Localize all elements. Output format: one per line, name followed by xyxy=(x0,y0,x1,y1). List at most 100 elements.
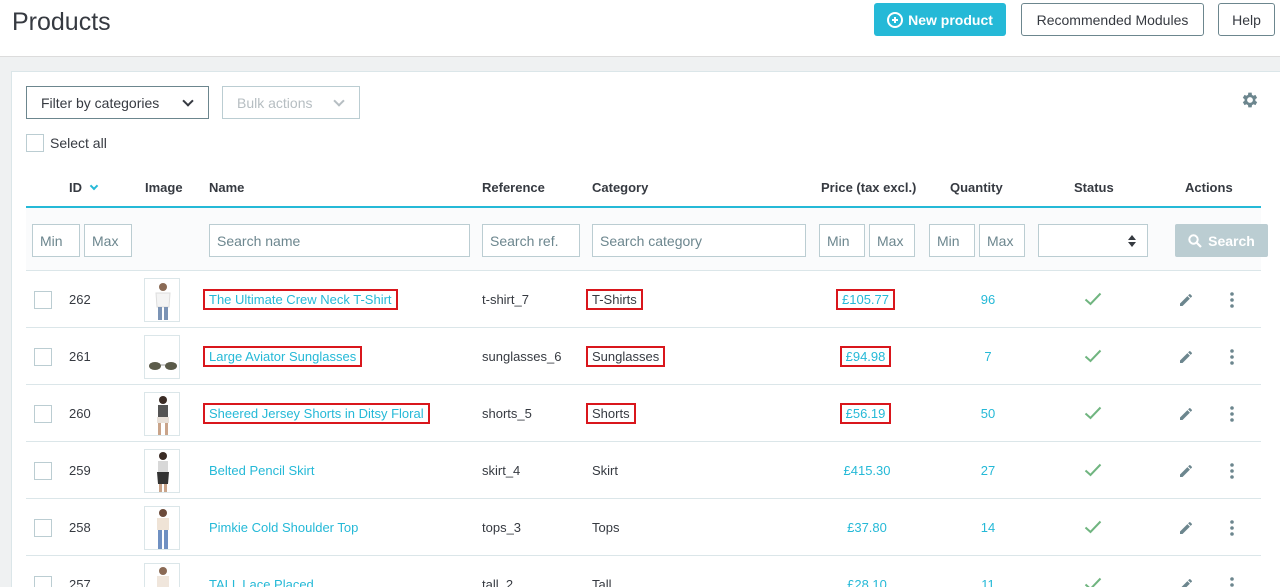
product-thumbnail[interactable] xyxy=(144,335,180,379)
table-row: 258 Pimkie Cold Shoulder Top tops_3 Tops £37… xyxy=(26,499,1261,556)
product-name-link[interactable]: The Ultimate Crew Neck T-Shirt xyxy=(203,289,398,310)
product-thumbnail[interactable] xyxy=(144,506,180,550)
product-name-link[interactable]: Pimkie Cold Shoulder Top xyxy=(209,520,358,535)
select-all[interactable]: Select all xyxy=(26,134,107,152)
column-header-actions: Actions xyxy=(1185,180,1233,195)
column-header-category[interactable]: Category xyxy=(592,180,648,195)
product-price[interactable]: £56.19 xyxy=(812,403,922,424)
row-checkbox[interactable] xyxy=(34,291,52,309)
filter-categories-dropdown[interactable]: Filter by categories xyxy=(26,86,209,119)
id-max-input[interactable] xyxy=(84,224,132,257)
column-header-id[interactable]: ID xyxy=(69,180,99,195)
product-price[interactable]: £94.98 xyxy=(812,346,922,367)
product-id: 262 xyxy=(69,292,91,307)
search-icon xyxy=(1188,233,1202,248)
more-actions-icon[interactable] xyxy=(1229,405,1235,423)
table-row: 257 TALL Lace Placed tall_2 Tall £28.10 11 xyxy=(26,556,1261,587)
product-name-link[interactable]: Belted Pencil Skirt xyxy=(209,463,315,478)
product-thumbnail[interactable] xyxy=(144,449,180,493)
edit-pencil-icon[interactable] xyxy=(1178,463,1194,479)
new-product-button[interactable]: New product xyxy=(874,3,1006,36)
product-quantity[interactable]: 7 xyxy=(958,349,1018,364)
row-checkbox[interactable] xyxy=(34,576,52,587)
product-quantity[interactable]: 27 xyxy=(958,463,1018,478)
product-quantity[interactable]: 14 xyxy=(958,520,1018,535)
product-id: 261 xyxy=(69,349,91,364)
page-header: Products New product Recommended Modules… xyxy=(0,0,1280,57)
row-checkbox[interactable] xyxy=(34,348,52,366)
edit-pencil-icon[interactable] xyxy=(1178,406,1194,422)
column-header-quantity[interactable]: Quantity xyxy=(950,180,1003,195)
search-category-input[interactable] xyxy=(592,224,806,257)
quantity-min-input[interactable] xyxy=(929,224,975,257)
product-id: 258 xyxy=(69,520,91,535)
quantity-max-input[interactable] xyxy=(979,224,1025,257)
search-name-input[interactable] xyxy=(209,224,470,257)
row-checkbox[interactable] xyxy=(34,462,52,480)
price-min-input[interactable] xyxy=(819,224,865,257)
column-header-price[interactable]: Price (tax excl.) xyxy=(821,180,916,195)
product-price[interactable]: £415.30 xyxy=(812,463,922,478)
product-name-link[interactable]: TALL Lace Placed xyxy=(209,577,314,587)
gear-icon[interactable] xyxy=(1240,90,1260,110)
product-price[interactable]: £28.10 xyxy=(812,577,922,587)
edit-pencil-icon[interactable] xyxy=(1178,577,1194,587)
status-select[interactable] xyxy=(1038,224,1148,257)
product-reference: tops_3 xyxy=(482,520,522,535)
column-header-status[interactable]: Status xyxy=(1074,180,1114,195)
filter-categories-label: Filter by categories xyxy=(41,94,160,111)
table-row: 262 The Ultimate Crew Neck T-Shirt t-shirt… xyxy=(26,271,1261,328)
product-name-link[interactable]: Sheered Jersey Shorts in Ditsy Floral xyxy=(203,403,430,424)
product-price-value: £105.77 xyxy=(836,289,895,310)
product-quantity[interactable]: 11 xyxy=(958,577,1018,587)
select-all-label: Select all xyxy=(50,135,107,151)
chevron-down-icon xyxy=(333,95,345,107)
search-button[interactable]: Search xyxy=(1175,224,1268,257)
status-enabled-check-icon[interactable] xyxy=(1084,406,1102,420)
product-thumbnail[interactable] xyxy=(144,278,180,322)
product-quantity[interactable]: 96 xyxy=(958,292,1018,307)
product-category: Tall xyxy=(592,577,612,587)
select-all-checkbox[interactable] xyxy=(26,134,44,152)
table-row: 261 Large Aviator Sunglasses sunglasses_6 S… xyxy=(26,328,1261,385)
product-price-value: £37.80 xyxy=(847,520,887,535)
product-category: Sunglasses xyxy=(585,346,666,367)
bulk-actions-dropdown[interactable]: Bulk actions xyxy=(222,86,360,119)
product-thumbnail[interactable] xyxy=(144,392,180,436)
page-title: Products xyxy=(12,8,111,36)
edit-pencil-icon[interactable] xyxy=(1178,520,1194,536)
product-category: T-Shirts xyxy=(586,289,643,310)
column-header-reference[interactable]: Reference xyxy=(482,180,545,195)
product-price-value: £56.19 xyxy=(839,403,892,424)
row-checkbox[interactable] xyxy=(34,405,52,423)
status-enabled-check-icon[interactable] xyxy=(1084,349,1102,363)
chevron-down-icon xyxy=(182,95,194,107)
product-thumbnail[interactable] xyxy=(144,563,180,587)
recommended-modules-button[interactable]: Recommended Modules xyxy=(1021,3,1204,36)
status-enabled-check-icon[interactable] xyxy=(1084,292,1102,306)
column-header-name[interactable]: Name xyxy=(209,180,244,195)
status-enabled-check-icon[interactable] xyxy=(1084,463,1102,477)
product-reference: tall_2 xyxy=(482,577,514,587)
more-actions-icon[interactable] xyxy=(1229,576,1235,587)
caret-down-icon xyxy=(1128,242,1136,247)
more-actions-icon[interactable] xyxy=(1229,462,1235,480)
search-reference-input[interactable] xyxy=(482,224,580,257)
id-min-input[interactable] xyxy=(32,224,80,257)
product-name-link[interactable]: Large Aviator Sunglasses xyxy=(202,346,363,367)
more-actions-icon[interactable] xyxy=(1229,348,1235,366)
edit-pencil-icon[interactable] xyxy=(1178,292,1194,308)
status-enabled-check-icon[interactable] xyxy=(1084,577,1102,587)
status-enabled-check-icon[interactable] xyxy=(1084,520,1102,534)
help-button[interactable]: Help xyxy=(1218,3,1275,36)
price-max-input[interactable] xyxy=(869,224,915,257)
row-checkbox[interactable] xyxy=(34,519,52,537)
caret-up-icon xyxy=(1128,235,1136,240)
product-price[interactable]: £105.77 xyxy=(812,289,922,310)
edit-pencil-icon[interactable] xyxy=(1178,349,1194,365)
product-price[interactable]: £37.80 xyxy=(812,520,922,535)
product-quantity[interactable]: 50 xyxy=(958,406,1018,421)
product-price-value: £28.10 xyxy=(847,577,887,587)
more-actions-icon[interactable] xyxy=(1229,291,1235,309)
more-actions-icon[interactable] xyxy=(1229,519,1235,537)
